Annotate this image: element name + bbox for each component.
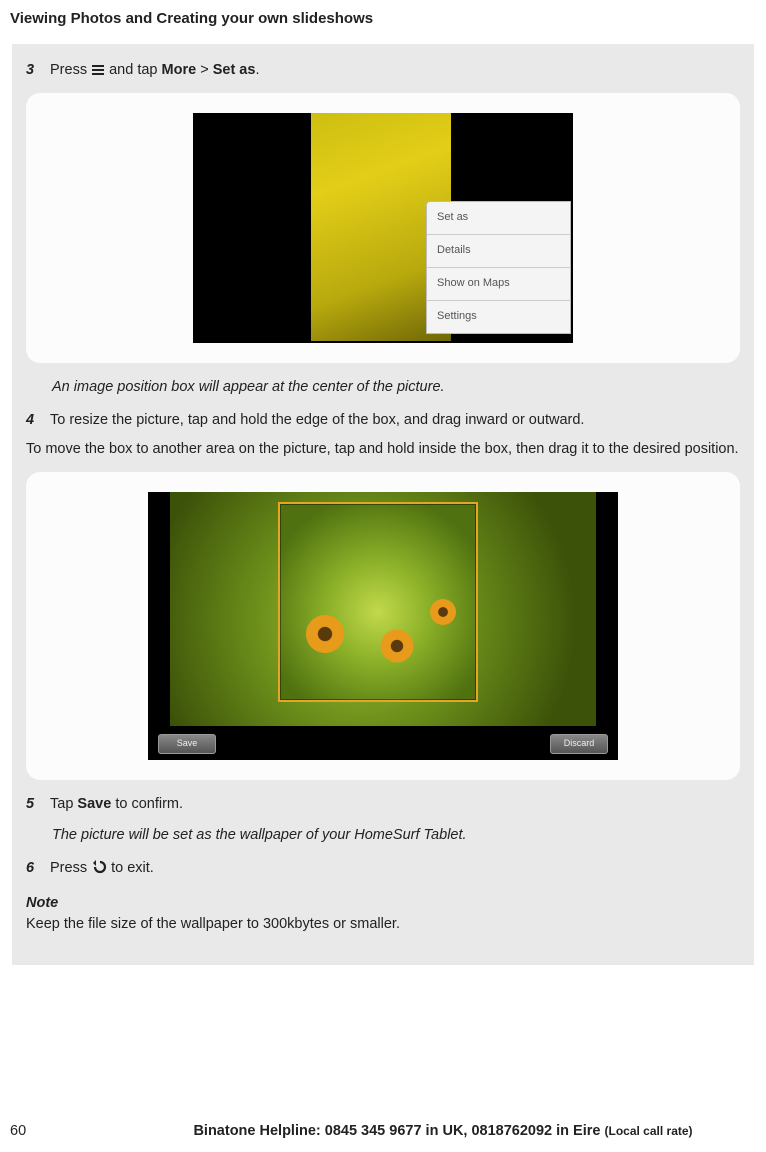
text-gt: >	[196, 62, 213, 78]
text-save: Save	[77, 796, 111, 812]
back-icon	[91, 860, 107, 881]
step-text: To resize the picture, tap and hold the …	[50, 410, 584, 431]
flower-decoration	[303, 612, 347, 656]
text-tap: Tap	[50, 796, 77, 812]
step-text: Tap Save to confirm.	[50, 794, 183, 815]
step-3: 3 Press and tap More > Set as.	[26, 60, 740, 83]
text-press: Press	[50, 62, 91, 78]
note-text: Keep the file size of the wallpaper to 3…	[26, 914, 740, 935]
text-more: More	[162, 62, 197, 78]
step-text: Press and tap More > Set as.	[50, 60, 259, 83]
save-button[interactable]: Save	[158, 734, 216, 754]
step-4: 4 To resize the picture, tap and hold th…	[26, 410, 740, 431]
flower-decoration	[378, 627, 416, 665]
page-footer: 60 Binatone Helpline: 0845 345 9677 in U…	[0, 1121, 766, 1142]
caption-2: The picture will be set as the wallpaper…	[52, 825, 740, 846]
caption-1: An image position box will appear at the…	[52, 377, 740, 398]
page-number: 60	[10, 1121, 130, 1142]
step-number: 6	[26, 858, 40, 881]
menu-item-show-on-maps[interactable]: Show on Maps	[427, 268, 570, 301]
menu-item-set-as[interactable]: Set as	[427, 202, 570, 235]
helpline-text: Binatone Helpline: 0845 345 9677 in UK, …	[130, 1121, 756, 1142]
screenshot-1: Set as Details Show on Maps Settings	[193, 113, 573, 343]
text-confirm: to confirm.	[111, 796, 183, 812]
step-6: 6 Press to exit.	[26, 858, 740, 881]
context-menu: Set as Details Show on Maps Settings	[426, 201, 571, 334]
menu-icon	[91, 62, 105, 83]
helpline-main: Binatone Helpline: 0845 345 9677 in UK, …	[193, 1123, 604, 1139]
discard-button[interactable]: Discard	[550, 734, 608, 754]
text-and-tap: and tap	[105, 62, 161, 78]
screenshot-2: Save Discard	[148, 492, 618, 760]
content-panel: 3 Press and tap More > Set as. Set as De…	[12, 44, 754, 965]
step-text: Press to exit.	[50, 858, 154, 881]
text-dot: .	[255, 62, 259, 78]
page-header: Viewing Photos and Creating your own sli…	[0, 0, 766, 44]
text-set-as: Set as	[213, 62, 256, 78]
text-exit: to exit.	[107, 860, 154, 876]
step-number: 3	[26, 60, 40, 83]
step-number: 4	[26, 410, 40, 431]
step-5: 5 Tap Save to confirm.	[26, 794, 740, 815]
menu-item-settings[interactable]: Settings	[427, 301, 570, 333]
note-label: Note	[26, 893, 740, 914]
text-press: Press	[50, 860, 91, 876]
helpline-rate: (Local call rate)	[605, 1124, 693, 1138]
figure-frame-2: Save Discard	[26, 472, 740, 780]
figure-frame-1: Set as Details Show on Maps Settings	[26, 93, 740, 363]
step-number: 5	[26, 794, 40, 815]
menu-item-details[interactable]: Details	[427, 235, 570, 268]
body-text-move: To move the box to another area on the p…	[26, 439, 740, 460]
flower-decoration	[428, 597, 458, 627]
